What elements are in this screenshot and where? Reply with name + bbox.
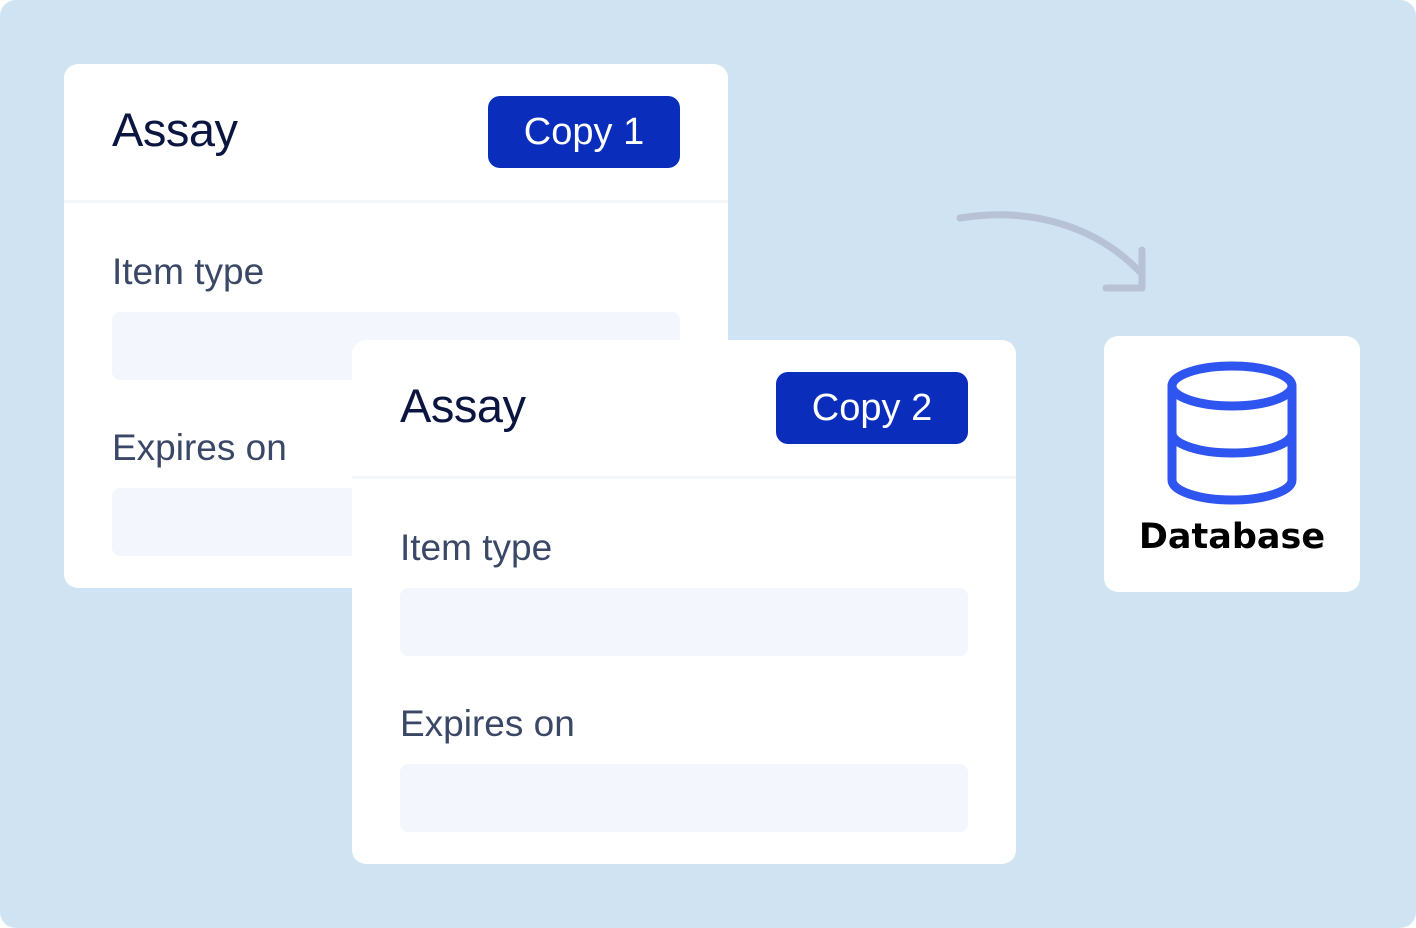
diagram-canvas: Assay Copy 1 Item type Expires on Assay … bbox=[0, 0, 1416, 928]
copy-1-badge[interactable]: Copy 1 bbox=[488, 96, 680, 168]
expires-on-input[interactable] bbox=[400, 764, 968, 832]
card-header: Assay Copy 1 bbox=[64, 64, 728, 203]
item-type-label: Item type bbox=[400, 527, 553, 568]
card-title: Assay bbox=[112, 103, 238, 156]
expires-on-label: Expires on bbox=[112, 427, 287, 468]
database-icon bbox=[1167, 361, 1297, 505]
assay-card-copy-2: Assay Copy 2 Item type Expires on bbox=[352, 340, 1016, 864]
item-type-label: Item type bbox=[112, 251, 265, 292]
card-title: Assay bbox=[400, 379, 526, 432]
database-label: Database bbox=[1138, 517, 1326, 557]
expires-on-label: Expires on bbox=[400, 703, 575, 744]
database-card: Database bbox=[1104, 336, 1360, 592]
copy-2-badge[interactable]: Copy 2 bbox=[776, 372, 968, 444]
item-type-input[interactable] bbox=[400, 588, 968, 656]
curved-arrow-icon bbox=[956, 211, 1146, 292]
card-header: Assay Copy 2 bbox=[352, 340, 1016, 479]
